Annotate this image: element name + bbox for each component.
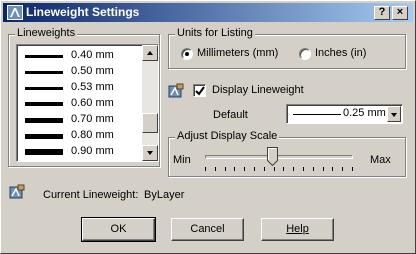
radio-millimeters[interactable] xyxy=(181,48,193,60)
display-scale-group-title: Adjust Display Scale xyxy=(175,130,280,142)
lineweights-listbox[interactable]: 0.40 mm 0.50 mm 0.53 mm 0.60 mm 0.70 mm 0.80 … xyxy=(16,44,159,162)
slider-tick xyxy=(293,167,294,171)
radio-millimeters-label[interactable]: Millimeters (mm) xyxy=(197,47,278,59)
default-line-sample xyxy=(293,114,341,115)
slider-tick xyxy=(225,167,226,171)
slider-tick xyxy=(313,167,314,171)
lineweight-sample-line xyxy=(25,102,63,106)
scroll-thumb[interactable] xyxy=(142,113,158,133)
slider-tick xyxy=(352,167,353,171)
current-lineweight-icon xyxy=(9,184,25,200)
lineweights-scrollbar[interactable] xyxy=(142,45,158,161)
default-label: Default xyxy=(213,109,248,121)
scale-min-label: Min xyxy=(173,154,191,166)
display-scale-group: Adjust Display Scale Min Max xyxy=(168,130,406,177)
lineweight-item-label: 0.50 mm xyxy=(71,65,114,77)
lineweight-item-label: 0.70 mm xyxy=(71,113,114,125)
lineweight-sample-line xyxy=(25,134,63,139)
slider-tick xyxy=(215,167,216,171)
scale-max-label: Max xyxy=(370,154,391,166)
title-bar[interactable]: Lineweight Settings ? × xyxy=(3,3,413,22)
default-lineweight-value: 0.25 mm xyxy=(343,107,386,119)
scroll-down-button[interactable] xyxy=(142,145,158,161)
lineweights-group-title: Lineweights xyxy=(15,27,78,39)
lineweight-sample-line xyxy=(25,55,63,58)
display-lineweight-checkbox[interactable] xyxy=(193,84,206,97)
lineweight-list-item[interactable]: 0.80 mm xyxy=(23,128,135,144)
slider-tick xyxy=(244,167,245,171)
radio-selected-dot xyxy=(185,52,189,56)
lineweights-group: Lineweights 0.40 mm 0.50 mm 0.53 mm 0.60 mm… xyxy=(8,27,160,167)
lineweight-sample-line xyxy=(25,118,63,123)
lineweight-item-label: 0.90 mm xyxy=(71,145,114,157)
lineweight-list-item[interactable]: 0.70 mm xyxy=(23,112,135,128)
check-icon xyxy=(195,86,205,96)
lineweight-sample-line xyxy=(25,87,63,90)
lineweight-settings-dialog: Lineweight Settings ? × Lineweights 0.40… xyxy=(0,0,416,254)
lineweight-item-label: 0.53 mm xyxy=(71,81,114,93)
lineweight-list-item[interactable]: 0.90 mm xyxy=(23,144,135,160)
slider-tick xyxy=(264,167,265,171)
radio-inches-label[interactable]: Inches (in) xyxy=(315,47,366,59)
lineweight-list-item[interactable]: 0.60 mm xyxy=(23,96,135,112)
lineweight-list-item[interactable]: 0.53 mm xyxy=(23,80,135,96)
slider-tick xyxy=(234,167,235,171)
lineweight-item-label: 0.80 mm xyxy=(71,129,114,141)
help-title-button[interactable]: ? xyxy=(374,6,390,20)
window-title: Lineweight Settings xyxy=(26,5,140,19)
lineweight-icon xyxy=(168,83,184,99)
app-icon xyxy=(7,5,23,20)
dropdown-button[interactable] xyxy=(387,106,401,122)
slider-track xyxy=(205,155,353,159)
lineweight-item-label: 0.40 mm xyxy=(71,49,114,61)
close-button[interactable]: × xyxy=(392,6,408,20)
slider-thumb[interactable] xyxy=(267,147,278,166)
current-lineweight-value: ByLayer xyxy=(144,189,185,201)
lineweight-item-label: 0.60 mm xyxy=(71,97,114,109)
slider-tick xyxy=(342,167,343,171)
help-button-label: Help xyxy=(286,223,309,235)
slider-tick xyxy=(323,167,324,171)
help-button[interactable]: Help xyxy=(261,218,334,241)
ok-button[interactable]: OK xyxy=(81,217,156,242)
units-group-title: Units for Listing xyxy=(175,27,255,39)
slider-tick xyxy=(332,167,333,171)
arrow-down-icon xyxy=(147,151,153,155)
radio-inches[interactable] xyxy=(299,48,311,60)
lineweight-sample-line xyxy=(25,71,63,74)
default-lineweight-dropdown[interactable]: 0.25 mm xyxy=(286,104,403,124)
display-lineweight-label[interactable]: Display Lineweight xyxy=(212,84,304,96)
slider-tick xyxy=(283,167,284,171)
arrow-up-icon xyxy=(147,51,153,55)
slider-tick xyxy=(205,167,206,171)
lineweight-list-item[interactable]: 0.50 mm xyxy=(23,64,135,80)
current-lineweight-label: Current Lineweight: xyxy=(43,189,139,201)
slider-tick xyxy=(274,167,275,171)
units-group: Units for Listing Millimeters (mm) Inche… xyxy=(168,27,406,69)
chevron-down-icon xyxy=(391,113,397,117)
cancel-button[interactable]: Cancel xyxy=(171,218,244,241)
scroll-up-button[interactable] xyxy=(142,45,158,61)
slider-tick xyxy=(254,167,255,171)
slider-tick xyxy=(303,167,304,171)
lineweight-sample-line xyxy=(25,149,63,155)
lineweight-list-item[interactable]: 0.40 mm xyxy=(23,48,135,64)
display-scale-slider[interactable] xyxy=(205,144,353,172)
